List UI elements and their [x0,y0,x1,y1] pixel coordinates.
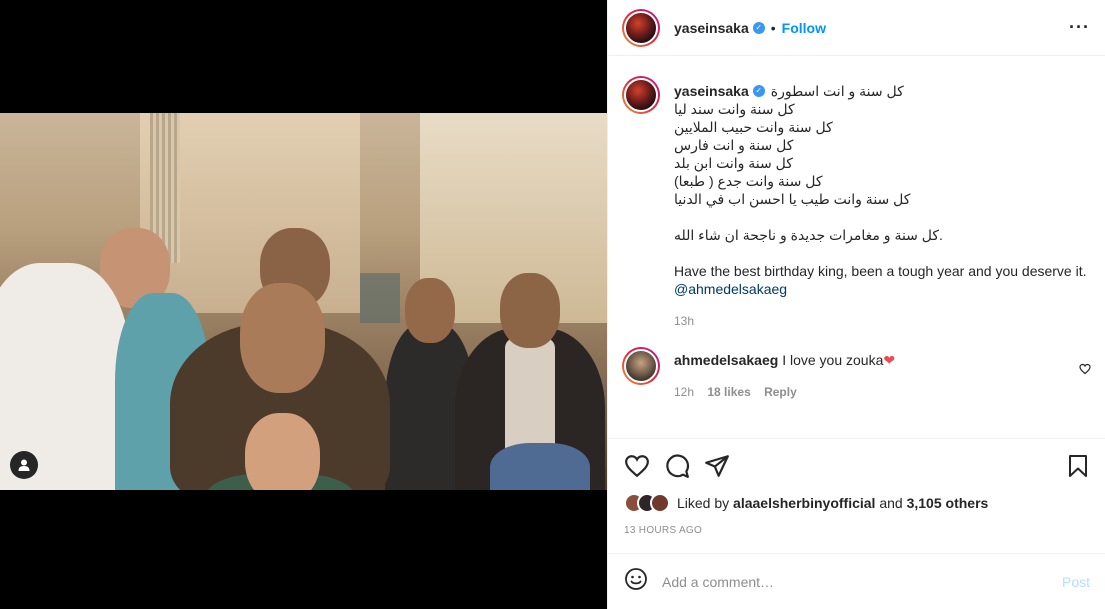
comment-username[interactable]: ahmedelsakaeg [674,352,778,368]
red-heart-emoji: ❤ [883,352,896,368]
comment-avatar[interactable] [622,347,660,385]
likes-summary: Liked by alaaelsherbinyofficial and 3,10… [624,493,988,513]
verified-badge-icon: ✓ [752,21,765,34]
follow-button[interactable]: Follow [782,20,826,36]
caption-line: كل سنة و انت اسطورة [770,83,904,99]
caption-english-line: Have the best birthday king, been a toug… [674,263,1087,279]
caption-line: كل سنة وانت طيب يا احسن اب في الدنيا [674,191,911,207]
caption-line: كل سنة وانت ابن بلد [674,155,793,171]
share-send-icon[interactable] [704,453,730,484]
comment-item: ahmedelsakaeg I love you zouka❤ 12h 18 l… [622,347,1092,401]
likes-prefix: Liked by [677,495,730,511]
comment-bubble-icon[interactable] [664,453,690,484]
tagged-users-button[interactable] [10,451,38,479]
verified-badge-icon: ✓ [752,85,765,97]
instagram-post-viewer: yaseinsaka ✓ • Follow ··· yaseinsaka ✓ ك… [0,0,1105,609]
user-icon [18,459,30,471]
post-side-panel: yaseinsaka ✓ • Follow ··· yaseinsaka ✓ ك… [607,0,1105,609]
save-bookmark-icon[interactable] [1066,453,1090,484]
like-heart-icon[interactable] [624,453,650,484]
emoji-smiley-icon[interactable] [624,567,648,596]
likes-others-link[interactable]: 3,105 others [907,495,989,511]
post-comment-button[interactable]: Post [1062,574,1090,590]
post-caption: yaseinsaka ✓ كل سنة و انت اسطورة كل سنة … [622,76,1092,330]
caption-line: .كل سنة و مغامرات جديدة و ناجحة ان شاء ا… [674,227,943,243]
caption-line: كل سنة وانت جدع ( طبعا) [674,173,823,189]
post-header: yaseinsaka ✓ • Follow ··· [608,0,1105,56]
likes-and: and [879,495,903,511]
caption-mention-link[interactable]: @ahmedelsakaeg [674,280,1092,298]
comment-likes[interactable]: 18 likes [707,385,750,399]
add-comment-bar: Add a comment… Post [608,553,1105,609]
post-photo[interactable] [0,113,607,490]
caption-time[interactable]: 13h [674,312,1092,330]
avatar[interactable] [622,8,660,47]
post-timestamp[interactable]: 13 HOURS AGO [624,525,702,536]
caption-username[interactable]: yaseinsaka [674,82,749,100]
comment-time[interactable]: 12h [674,385,694,399]
action-bar [608,438,1105,494]
caption-line: كل سنة وانت حبيب الملايين [674,119,833,135]
more-options-icon[interactable]: ··· [1069,17,1090,38]
caption-line: كل سنة و انت فارس [674,137,794,153]
caption-line: كل سنة وانت سند ليا [674,101,795,117]
comment-input[interactable]: Add a comment… [662,574,1062,590]
avatar [650,493,670,513]
caption-avatar[interactable] [622,76,660,114]
comment-text: I love you zouka [782,352,884,368]
comment-reply-button[interactable]: Reply [764,385,797,399]
post-media [0,0,607,609]
likes-user-link[interactable]: alaaelsherbinyofficial [733,495,875,511]
comment-like-heart-icon[interactable] [1079,362,1091,380]
separator-dot: • [770,19,776,36]
header-username[interactable]: yaseinsaka [674,20,749,36]
